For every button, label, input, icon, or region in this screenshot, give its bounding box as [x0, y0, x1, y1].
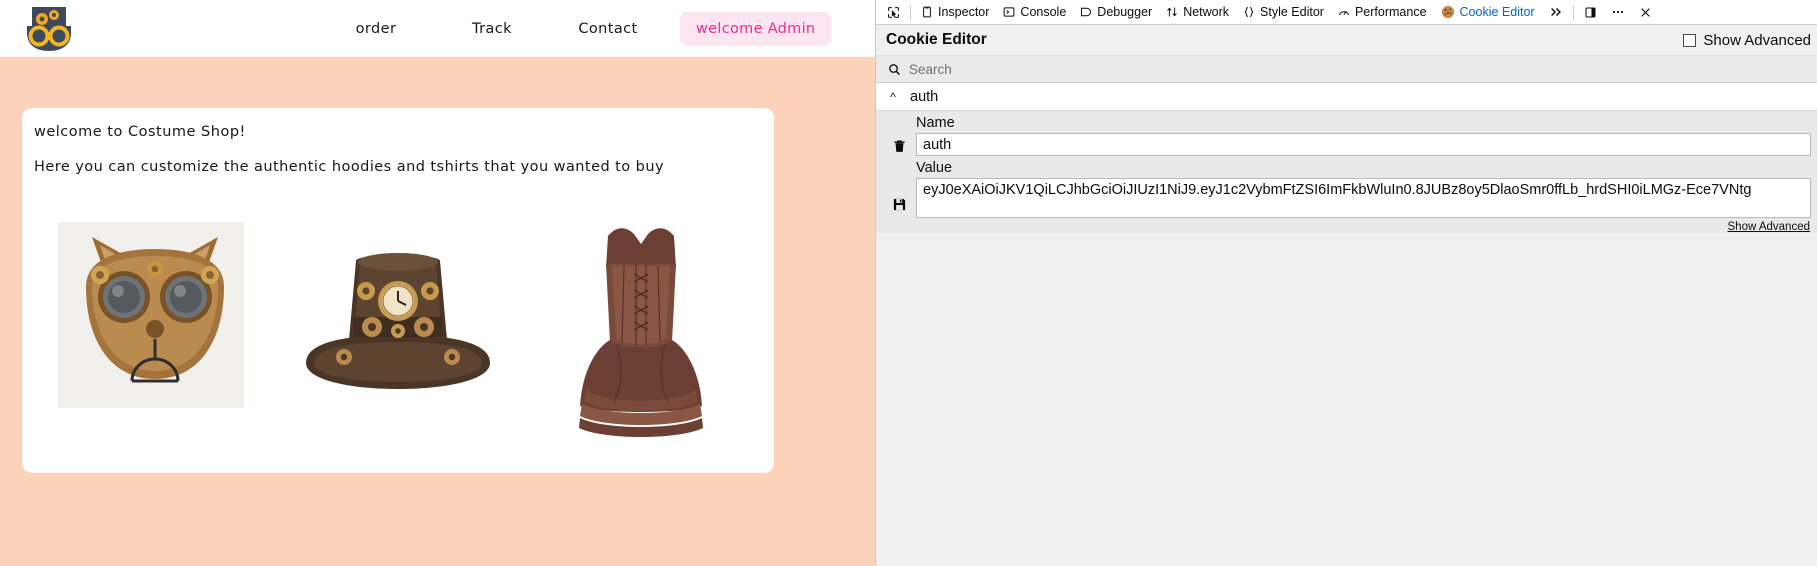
- tab-debugger-label: Debugger: [1097, 5, 1153, 19]
- devtools-tab-strip: Inspector Console Debugger Network Style: [876, 0, 1817, 25]
- search-input[interactable]: Search: [909, 62, 952, 77]
- steampunk-corset-dress-icon: [578, 228, 703, 437]
- tab-console-label: Console: [1020, 5, 1067, 19]
- welcome-admin-badge[interactable]: welcome Admin: [680, 11, 832, 46]
- name-field-label: Name: [916, 115, 955, 131]
- chevron-double-right-icon: [1549, 5, 1563, 19]
- tab-cookie-editor[interactable]: Cookie Editor: [1434, 0, 1542, 25]
- product-item[interactable]: [519, 204, 762, 454]
- cookie-list-item-auth[interactable]: ^ auth: [876, 83, 1817, 111]
- tab-performance-label: Performance: [1354, 5, 1427, 19]
- toolbar-divider: [910, 4, 911, 20]
- inspector-icon: [921, 6, 933, 18]
- tab-style-editor[interactable]: Style Editor: [1236, 0, 1331, 25]
- site-navbar: order Track Contact welcome Admin: [0, 0, 875, 57]
- show-advanced-link[interactable]: Show Advanced: [1728, 221, 1810, 233]
- close-devtools-button[interactable]: [1632, 0, 1659, 25]
- dock-panel-icon: [1584, 6, 1597, 19]
- performance-icon: [1338, 6, 1350, 18]
- cookie-icon: [1441, 5, 1455, 19]
- nav-item-track[interactable]: Track: [434, 21, 550, 37]
- tab-inspector[interactable]: Inspector: [914, 0, 996, 25]
- toolbar-divider: [1572, 4, 1574, 20]
- network-icon: [1166, 6, 1178, 18]
- save-icon: [893, 198, 905, 211]
- close-icon: [1639, 6, 1652, 19]
- costume-shop-page: order Track Contact welcome Admin welcom…: [0, 0, 875, 566]
- nav-item-contact[interactable]: Contact: [550, 21, 666, 37]
- tab-console[interactable]: Console: [996, 0, 1073, 25]
- cookie-detail-form: Name auth Value eyJ0eXAiOiJKV1QiLCJhbGci…: [876, 111, 1817, 233]
- devtools-options-button[interactable]: [1604, 0, 1632, 25]
- element-picker-button[interactable]: [880, 0, 907, 25]
- delete-cookie-button[interactable]: [892, 139, 907, 159]
- cookie-action-buttons: [882, 115, 916, 233]
- tab-style-editor-label: Style Editor: [1260, 5, 1324, 19]
- show-advanced-label: Show Advanced: [1703, 31, 1811, 49]
- name-input[interactable]: auth: [916, 133, 1811, 156]
- tab-cookie-editor-label: Cookie Editor: [1459, 5, 1535, 19]
- welcome-card: welcome to Costume Shop! Here you can cu…: [22, 108, 774, 473]
- element-picker-icon: [887, 6, 900, 19]
- card-subtitle: Here you can customize the authentic hoo…: [34, 159, 664, 175]
- steampunk-cat-mask-icon: [86, 237, 225, 383]
- console-icon: [1003, 6, 1015, 18]
- debugger-icon: [1080, 6, 1092, 18]
- search-icon: [888, 63, 901, 76]
- show-advanced-checkbox[interactable]: Show Advanced: [1683, 32, 1811, 49]
- site-logo[interactable]: [22, 6, 76, 52]
- devtools-panel: Inspector Console Debugger Network Style: [875, 0, 1817, 566]
- tab-inspector-label: Inspector: [938, 5, 990, 19]
- product-gallery: [34, 204, 762, 454]
- steampunk-top-hat-icon: [306, 253, 490, 389]
- nav-links: order Track Contact welcome Admin: [318, 0, 832, 57]
- cookie-editor-header: Cookie Editor Show Advanced: [876, 25, 1817, 56]
- more-options-icon: [1611, 5, 1625, 19]
- trash-icon: [893, 140, 905, 152]
- tab-network[interactable]: Network: [1159, 0, 1236, 25]
- value-input[interactable]: eyJ0eXAiOiJKV1QiLCJhbGciOiJIUzI1NiJ9.eyJ…: [916, 178, 1811, 218]
- checkbox-icon: [1683, 33, 1697, 47]
- overflow-tabs-button[interactable]: [1542, 0, 1570, 25]
- steampunk-goggles-logo-icon: [27, 6, 71, 51]
- cookie-fields: Name auth Value eyJ0eXAiOiJKV1QiLCJhbGci…: [916, 115, 1811, 233]
- tab-performance[interactable]: Performance: [1331, 0, 1434, 25]
- product-item[interactable]: [277, 204, 520, 454]
- tab-debugger[interactable]: Debugger: [1073, 0, 1159, 25]
- dock-position-button[interactable]: [1577, 0, 1604, 25]
- cookie-search-bar[interactable]: Search: [876, 56, 1817, 83]
- style-editor-icon: [1243, 6, 1255, 18]
- product-item[interactable]: [34, 204, 277, 454]
- save-cookie-button[interactable]: [892, 197, 907, 217]
- panel-empty-area: [876, 233, 1817, 566]
- value-field-label: Value: [916, 160, 953, 176]
- nav-item-order[interactable]: order: [318, 21, 434, 37]
- card-title: welcome to Costume Shop!: [34, 124, 246, 140]
- chevron-up-icon[interactable]: ^: [888, 91, 898, 103]
- tab-network-label: Network: [1183, 5, 1230, 19]
- cookie-name-label: auth: [910, 88, 939, 105]
- panel-title: Cookie Editor: [886, 31, 987, 48]
